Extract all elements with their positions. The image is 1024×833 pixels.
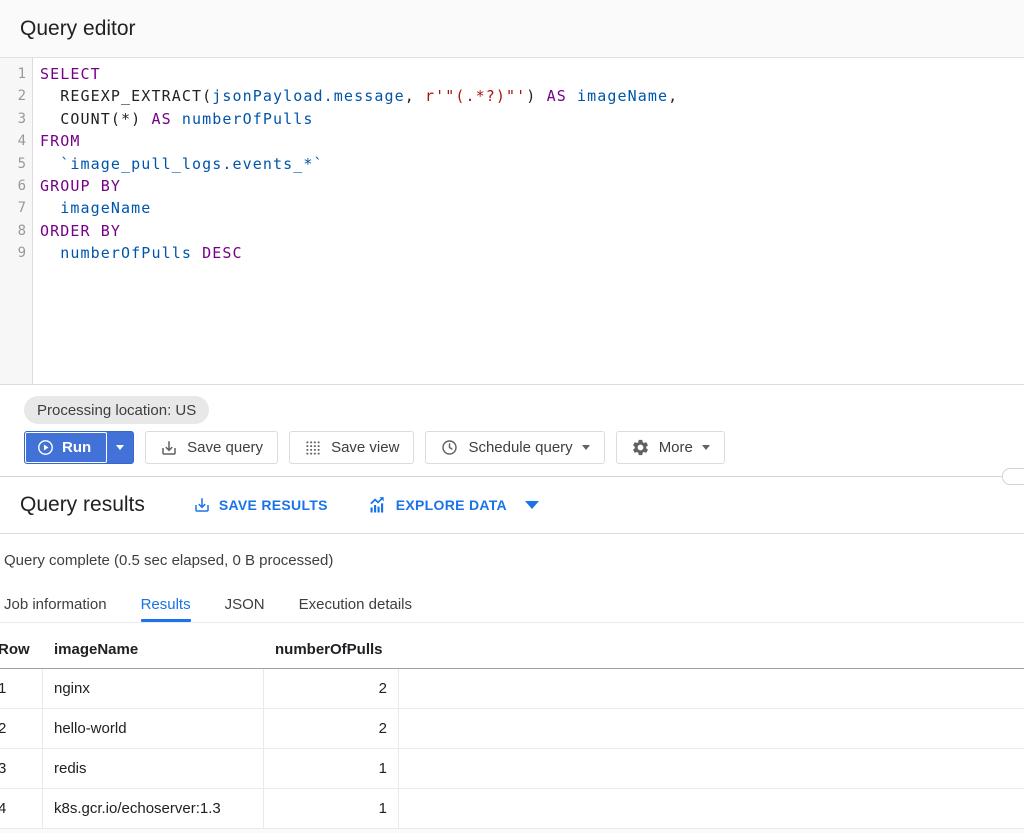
query-status-bar: Query complete (0.5 sec elapsed, 0 B pro… (0, 534, 1024, 586)
filler-cell (399, 789, 1024, 828)
row-number-cell: 1 (0, 669, 43, 708)
code-line: ORDER BY (40, 220, 1024, 242)
line-number: 8 (0, 220, 32, 242)
query-results-header: Query results SAVE RESULTS EXPLORE DATA (0, 477, 1024, 534)
results-tabs: Job information Results JSON Execution deta… (0, 586, 1024, 623)
save-results-label: SAVE RESULTS (219, 497, 328, 513)
save-view-button[interactable]: Save view (289, 431, 414, 464)
code-line: numberOfPulls DESC (40, 242, 1024, 264)
code-line: REGEXP_EXTRACT(jsonPayload.message, r'"(… (40, 85, 1024, 107)
line-number: 2 (0, 85, 32, 107)
chevron-down-icon (116, 445, 124, 450)
line-number: 3 (0, 108, 32, 130)
line-number: 5 (0, 153, 32, 175)
save-query-button[interactable]: Save query (145, 431, 278, 464)
table-header-row: Row imageName numberOfPulls (0, 631, 1024, 669)
button-label: Save view (331, 439, 399, 456)
chevron-down-icon (582, 445, 590, 450)
table-row: 3redis1 (0, 749, 1024, 789)
tab-execution-details[interactable]: Execution details (299, 586, 412, 622)
column-header-filler (399, 631, 1024, 668)
table-row: 4k8s.gcr.io/echoserver:1.31 (0, 789, 1024, 829)
chevron-down-icon (702, 445, 710, 450)
processing-location-label: Processing location: US (37, 402, 196, 419)
save-results-button[interactable]: SAVE RESULTS (193, 496, 328, 514)
clock-icon (440, 438, 459, 457)
number-of-pulls-cell: 1 (264, 789, 399, 828)
line-number: 7 (0, 197, 32, 219)
schedule-query-button[interactable]: Schedule query (425, 431, 604, 464)
run-button-label: Run (62, 439, 91, 456)
column-header-imagename: imageName (43, 631, 264, 668)
code-line: FROM (40, 130, 1024, 152)
number-of-pulls-cell: 2 (264, 669, 399, 708)
button-label: Schedule query (468, 439, 572, 456)
run-split-button: Run (24, 431, 134, 464)
number-of-pulls-cell: 1 (264, 749, 399, 788)
line-number: 4 (0, 130, 32, 152)
code-line: COUNT(*) AS numberOfPulls (40, 108, 1024, 130)
query-editor-header: Query editor (0, 0, 1024, 58)
code-line: `image_pull_logs.events_*` (40, 153, 1024, 175)
code-line: GROUP BY (40, 175, 1024, 197)
filler-cell (399, 749, 1024, 788)
image-name-cell: redis (43, 749, 264, 788)
tab-job-information[interactable]: Job information (4, 586, 107, 622)
download-icon (193, 496, 211, 514)
column-header-numberofpulls: numberOfPulls (264, 631, 399, 668)
table-row: 1nginx2 (0, 669, 1024, 709)
image-name-cell: hello-world (43, 709, 264, 748)
panel-collapse-handle[interactable] (1002, 468, 1024, 485)
line-number: 1 (0, 63, 32, 85)
code-line: imageName (40, 197, 1024, 219)
tab-json[interactable]: JSON (225, 586, 265, 622)
column-header-row: Row (0, 631, 43, 668)
explore-data-button[interactable]: EXPLORE DATA (368, 495, 539, 515)
results-table: Row imageName numberOfPulls 1nginx22hell… (0, 623, 1024, 829)
code-line: SELECT (40, 63, 1024, 85)
more-button[interactable]: More (616, 431, 725, 464)
gear-icon (631, 438, 650, 457)
line-number-gutter: 123456789 (0, 58, 33, 384)
explore-data-label: EXPLORE DATA (396, 497, 507, 513)
image-name-cell: nginx (43, 669, 264, 708)
sql-editor[interactable]: 123456789 SELECT REGEXP_EXTRACT(jsonPayl… (0, 58, 1024, 385)
row-number-cell: 3 (0, 749, 43, 788)
line-number: 6 (0, 175, 32, 197)
line-number: 9 (0, 242, 32, 264)
save-alt-icon (160, 439, 178, 457)
query-status-text: Query complete (0.5 sec elapsed, 0 B pro… (4, 552, 333, 569)
button-label: More (659, 439, 693, 456)
filler-cell (399, 669, 1024, 708)
row-number-cell: 4 (0, 789, 43, 828)
button-label: Save query (187, 439, 263, 456)
number-of-pulls-cell: 2 (264, 709, 399, 748)
toolbar-button-row: Run Save query Save view Schedule query Mor… (24, 431, 1024, 464)
page-title: Query editor (20, 17, 136, 41)
results-table-body: 1nginx22hello-world23redis14k8s.gcr.io/e… (0, 669, 1024, 829)
results-title: Query results (20, 493, 145, 517)
table-row: 2hello-world2 (0, 709, 1024, 749)
run-button[interactable]: Run (25, 432, 107, 463)
row-number-cell: 2 (0, 709, 43, 748)
query-toolbar: Processing location: US Run Save query Sa… (0, 385, 1024, 477)
play-circle-icon (37, 439, 54, 456)
image-name-cell: k8s.gcr.io/echoserver:1.3 (43, 789, 264, 828)
dot-grid-icon (304, 439, 322, 457)
bottom-strip (0, 829, 1024, 833)
code-lines[interactable]: SELECT REGEXP_EXTRACT(jsonPayload.messag… (33, 58, 1024, 384)
filler-cell (399, 709, 1024, 748)
explore-chart-icon (368, 495, 388, 515)
run-options-dropdown[interactable] (107, 432, 133, 463)
processing-location-chip: Processing location: US (24, 396, 209, 424)
chevron-down-icon (525, 501, 539, 509)
tab-results[interactable]: Results (141, 586, 191, 622)
